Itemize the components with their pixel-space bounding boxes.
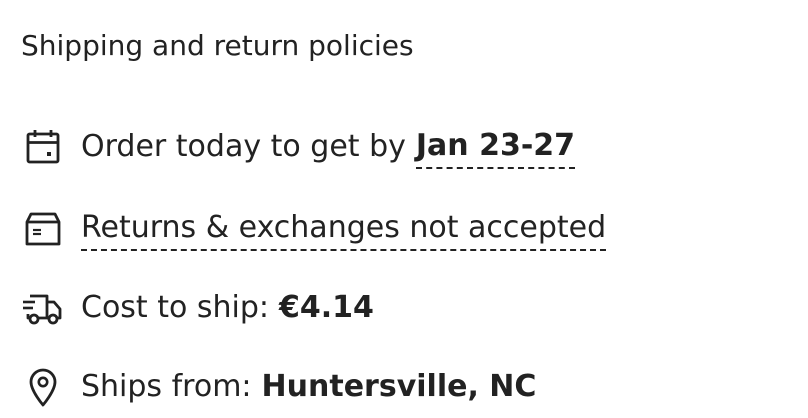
- shipping-cost-row: Cost to ship: €4.14: [21, 286, 374, 330]
- shipping-cost-label: Cost to ship:: [81, 290, 270, 325]
- shipping-cost-value: €4.14: [279, 290, 374, 325]
- section-title: Shipping and return policies: [21, 29, 414, 62]
- delivery-estimate-row: Order today to get by Jan 23-27: [21, 125, 576, 169]
- ships-from-location: Huntersville, NC: [261, 369, 537, 404]
- returns-policy-row: Returns & exchanges not accepted: [21, 207, 607, 251]
- location-pin-icon: [21, 365, 65, 409]
- delivery-truck-icon: [21, 286, 65, 330]
- calendar-icon: [21, 125, 65, 169]
- returns-policy-link[interactable]: Returns & exchanges not accepted: [81, 208, 607, 251]
- delivery-estimate-label: Order today to get by: [81, 129, 406, 164]
- shipping-and-return-policies-section: Shipping and return policies Order today…: [0, 0, 808, 418]
- package-box-icon: [21, 207, 65, 251]
- ships-from-row: Ships from: Huntersville, NC: [21, 365, 536, 409]
- delivery-date-range[interactable]: Jan 23-27: [415, 126, 576, 169]
- ships-from-label: Ships from:: [81, 369, 252, 404]
